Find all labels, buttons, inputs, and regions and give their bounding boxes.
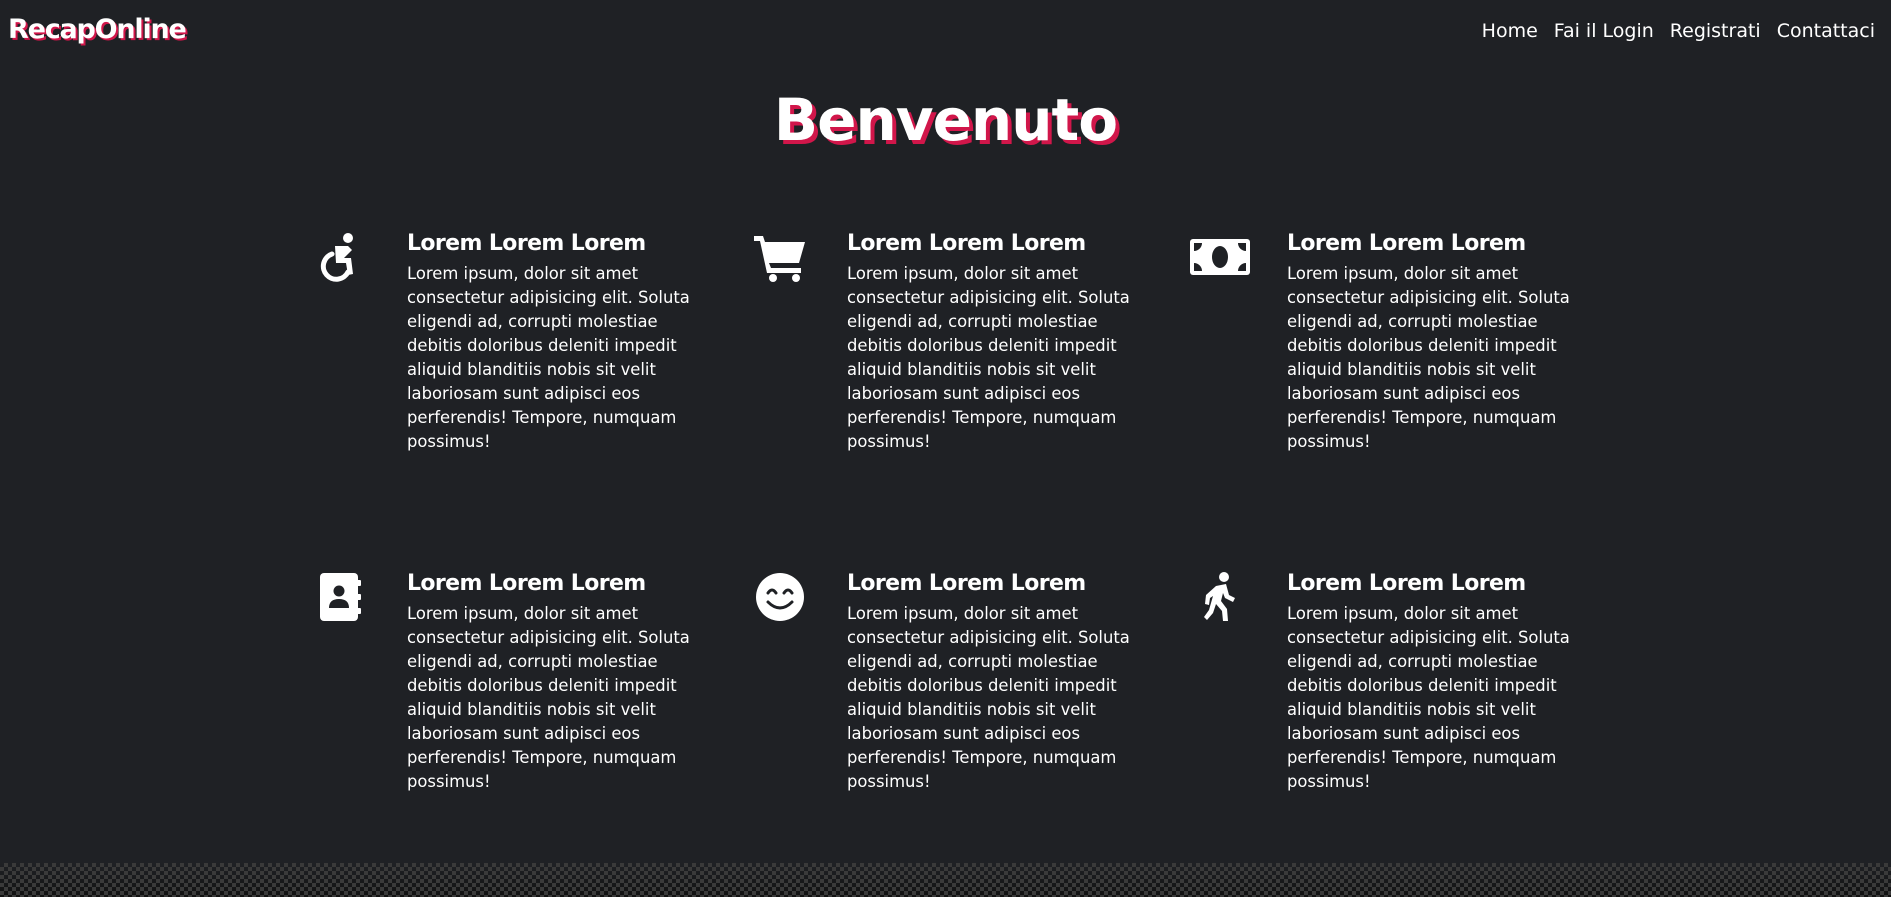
main-nav: Home Fai il Login Registrati Contattaci xyxy=(1482,20,1875,42)
nav-link-home[interactable]: Home xyxy=(1482,20,1538,42)
feature-title: Lorem Lorem Lorem xyxy=(1287,231,1526,256)
nav-link-login[interactable]: Fai il Login xyxy=(1554,20,1654,42)
feature-card: Lorem Lorem Lorem Lorem ipsum, dolor sit… xyxy=(748,565,1168,795)
feature-body: Lorem ipsum, dolor sit amet consectetur … xyxy=(1287,264,1570,451)
feature-card: Lorem Lorem Lorem Lorem ipsum, dolor sit… xyxy=(308,565,728,795)
feature-card: Lorem Lorem Lorem Lorem ipsum, dolor sit… xyxy=(1188,565,1608,795)
feature-text: Lorem Lorem Lorem Lorem ipsum, dolor sit… xyxy=(1287,571,1577,794)
smile-icon xyxy=(748,565,812,629)
feature-card: Lorem Lorem Lorem Lorem ipsum, dolor sit… xyxy=(1188,225,1608,455)
feature-text: Lorem Lorem Lorem Lorem ipsum, dolor sit… xyxy=(407,571,697,794)
feature-text: Lorem Lorem Lorem Lorem ipsum, dolor sit… xyxy=(847,231,1137,454)
feature-title: Lorem Lorem Lorem xyxy=(847,571,1086,596)
feature-title: Lorem Lorem Lorem xyxy=(847,231,1086,256)
footer-texture xyxy=(0,863,1891,897)
feature-title: Lorem Lorem Lorem xyxy=(1287,571,1526,596)
feature-title: Lorem Lorem Lorem xyxy=(407,571,646,596)
nav-link-register[interactable]: Registrati xyxy=(1670,20,1761,42)
feature-text: Lorem Lorem Lorem Lorem ipsum, dolor sit… xyxy=(1287,231,1577,454)
cart-icon xyxy=(748,225,812,289)
money-bill-icon xyxy=(1188,225,1252,289)
feature-text: Lorem Lorem Lorem Lorem ipsum, dolor sit… xyxy=(407,231,697,454)
feature-body: Lorem ipsum, dolor sit amet consectetur … xyxy=(1287,604,1570,791)
brand-logo[interactable]: RecapOnline xyxy=(8,14,187,45)
page: RecapOnline Home Fai il Login Registrati… xyxy=(0,0,1891,897)
address-book-icon xyxy=(308,565,372,629)
feature-body: Lorem ipsum, dolor sit amet consectetur … xyxy=(407,264,690,451)
feature-body: Lorem ipsum, dolor sit amet consectetur … xyxy=(407,604,690,791)
feature-text: Lorem Lorem Lorem Lorem ipsum, dolor sit… xyxy=(847,571,1137,794)
walking-icon xyxy=(1188,565,1252,629)
nav-link-contact[interactable]: Contattaci xyxy=(1777,20,1875,42)
feature-card: Lorem Lorem Lorem Lorem ipsum, dolor sit… xyxy=(748,225,1168,455)
wheelchair-icon xyxy=(308,225,372,289)
hero-title: Benvenuto xyxy=(773,85,1118,154)
feature-body: Lorem ipsum, dolor sit amet consectetur … xyxy=(847,604,1130,791)
feature-card: Lorem Lorem Lorem Lorem ipsum, dolor sit… xyxy=(308,225,728,455)
feature-title: Lorem Lorem Lorem xyxy=(407,231,646,256)
feature-body: Lorem ipsum, dolor sit amet consectetur … xyxy=(847,264,1130,451)
